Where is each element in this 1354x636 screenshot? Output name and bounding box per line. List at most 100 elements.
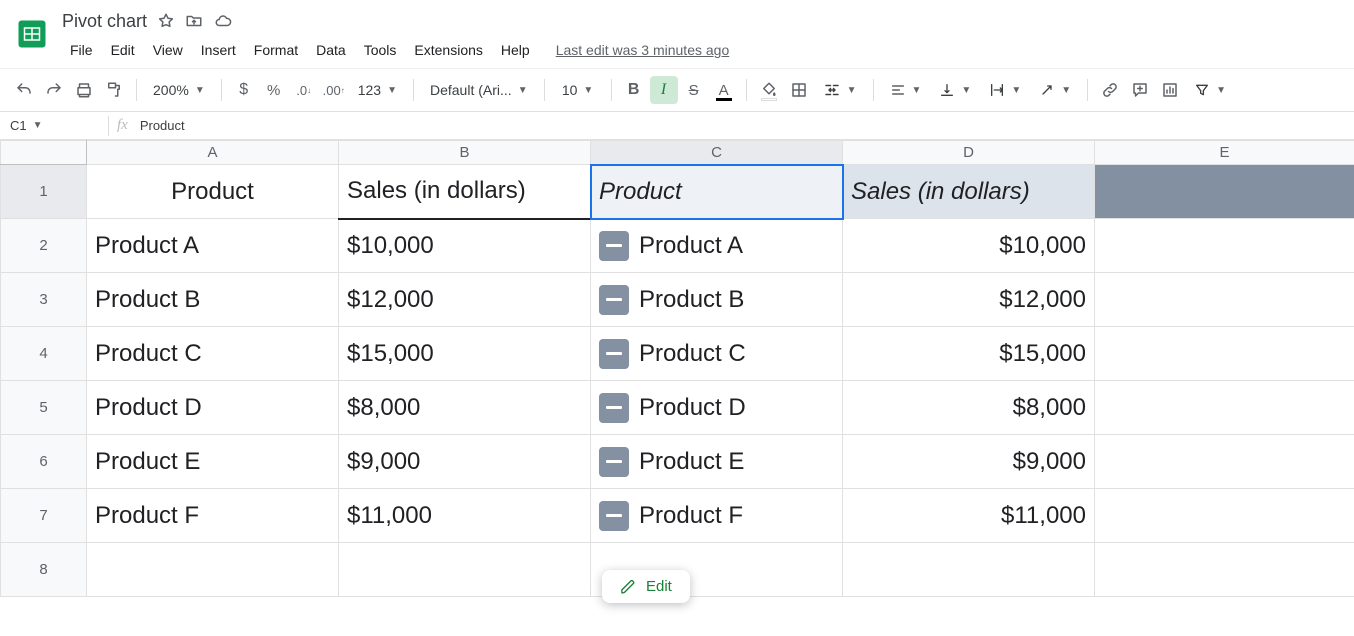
col-header-E[interactable]: E [1095,141,1354,165]
fill-color-button[interactable] [755,76,783,104]
cell-B1[interactable]: Sales (in dollars) [339,165,591,219]
row-header-4[interactable]: 4 [1,327,87,381]
bold-button[interactable]: B [620,76,648,104]
cloud-icon[interactable] [213,12,233,30]
row-header-3[interactable]: 3 [1,273,87,327]
collapse-icon[interactable] [599,447,629,477]
cell-B7[interactable]: $11,000 [339,489,591,543]
link-button[interactable] [1096,76,1124,104]
cell-D2[interactable]: $10,000 [843,219,1095,273]
menu-help[interactable]: Help [493,38,538,62]
paint-format-button[interactable] [100,76,128,104]
menu-view[interactable]: View [145,38,191,62]
cell-B5[interactable]: $8,000 [339,381,591,435]
col-header-B[interactable]: B [339,141,591,165]
borders-button[interactable] [785,76,813,104]
cell-B3[interactable]: $12,000 [339,273,591,327]
undo-button[interactable] [10,76,38,104]
cell-A4[interactable]: Product C [87,327,339,381]
collapse-icon[interactable] [599,501,629,531]
cell-E3[interactable] [1095,273,1354,327]
cell-C6[interactable]: Product E [591,435,843,489]
cell-C2[interactable]: Product A [591,219,843,273]
row-header-2[interactable]: 2 [1,219,87,273]
filter-button[interactable]: ▼ [1186,76,1234,104]
cell-B8[interactable] [339,543,591,597]
wrap-button[interactable]: ▼ [981,76,1029,104]
cell-A7[interactable]: Product F [87,489,339,543]
star-icon[interactable] [157,12,175,30]
row-header-6[interactable]: 6 [1,435,87,489]
menu-file[interactable]: File [62,38,101,62]
menu-format[interactable]: Format [246,38,306,62]
spreadsheet-grid[interactable]: A B C D E 1 Product Sales (in dollars) P… [0,140,1354,597]
merge-button[interactable]: ▼ [815,76,865,104]
col-header-C[interactable]: C [591,141,843,165]
collapse-icon[interactable] [599,285,629,315]
cell-D6[interactable]: $9,000 [843,435,1095,489]
menu-tools[interactable]: Tools [356,38,405,62]
cell-E8[interactable] [1095,543,1354,597]
row-header-8[interactable]: 8 [1,543,87,597]
cell-B4[interactable]: $15,000 [339,327,591,381]
cell-C4[interactable]: Product C [591,327,843,381]
col-header-A[interactable]: A [87,141,339,165]
zoom-select[interactable]: 200%▼ [145,76,213,104]
cell-D8[interactable] [843,543,1095,597]
cell-D4[interactable]: $15,000 [843,327,1095,381]
move-icon[interactable] [185,12,203,30]
more-formats-button[interactable]: 123▼ [350,76,405,104]
sheets-logo[interactable] [12,8,52,60]
italic-button[interactable]: I [650,76,678,104]
cell-E6[interactable] [1095,435,1354,489]
redo-button[interactable] [40,76,68,104]
cell-D3[interactable]: $12,000 [843,273,1095,327]
menu-data[interactable]: Data [308,38,354,62]
cell-D1[interactable]: Sales (in dollars) [843,165,1095,219]
cell-A5[interactable]: Product D [87,381,339,435]
cell-A8[interactable] [87,543,339,597]
cell-E5[interactable] [1095,381,1354,435]
cell-C5[interactable]: Product D [591,381,843,435]
collapse-icon[interactable] [599,231,629,261]
print-button[interactable] [70,76,98,104]
cell-E7[interactable] [1095,489,1354,543]
row-header-1[interactable]: 1 [1,165,87,219]
menu-edit[interactable]: Edit [103,38,143,62]
cell-D5[interactable]: $8,000 [843,381,1095,435]
cell-A2[interactable]: Product A [87,219,339,273]
menu-extensions[interactable]: Extensions [406,38,490,62]
currency-button[interactable]: $ [230,76,258,104]
cell-E2[interactable] [1095,219,1354,273]
increase-decimal-button[interactable]: .00↑ [320,76,348,104]
cell-E4[interactable] [1095,327,1354,381]
cell-A1[interactable]: Product [87,165,339,219]
halign-button[interactable]: ▼ [882,76,930,104]
chart-button[interactable] [1156,76,1184,104]
cell-B2[interactable]: $10,000 [339,219,591,273]
cell-D7[interactable]: $11,000 [843,489,1095,543]
text-color-button[interactable]: A [710,76,738,104]
menu-insert[interactable]: Insert [193,38,244,62]
cell-C3[interactable]: Product B [591,273,843,327]
cell-E1[interactable] [1095,165,1354,219]
name-box[interactable]: C1▼ [0,118,100,133]
cell-A3[interactable]: Product B [87,273,339,327]
percent-button[interactable]: % [260,76,288,104]
collapse-icon[interactable] [599,339,629,369]
font-select[interactable]: Default (Ari...▼ [422,76,536,104]
font-size-select[interactable]: 10▼ [553,76,603,104]
pivot-edit-button[interactable]: Edit [602,570,690,603]
doc-title[interactable]: Pivot chart [62,11,147,32]
row-header-5[interactable]: 5 [1,381,87,435]
cell-B6[interactable]: $9,000 [339,435,591,489]
col-header-D[interactable]: D [843,141,1095,165]
rotate-button[interactable]: ▼ [1031,76,1079,104]
valign-button[interactable]: ▼ [931,76,979,104]
formula-input[interactable]: Product [140,118,185,133]
select-all-corner[interactable] [1,141,87,165]
cell-C7[interactable]: Product F [591,489,843,543]
row-header-7[interactable]: 7 [1,489,87,543]
strikethrough-button[interactable]: S [680,76,708,104]
cell-A6[interactable]: Product E [87,435,339,489]
